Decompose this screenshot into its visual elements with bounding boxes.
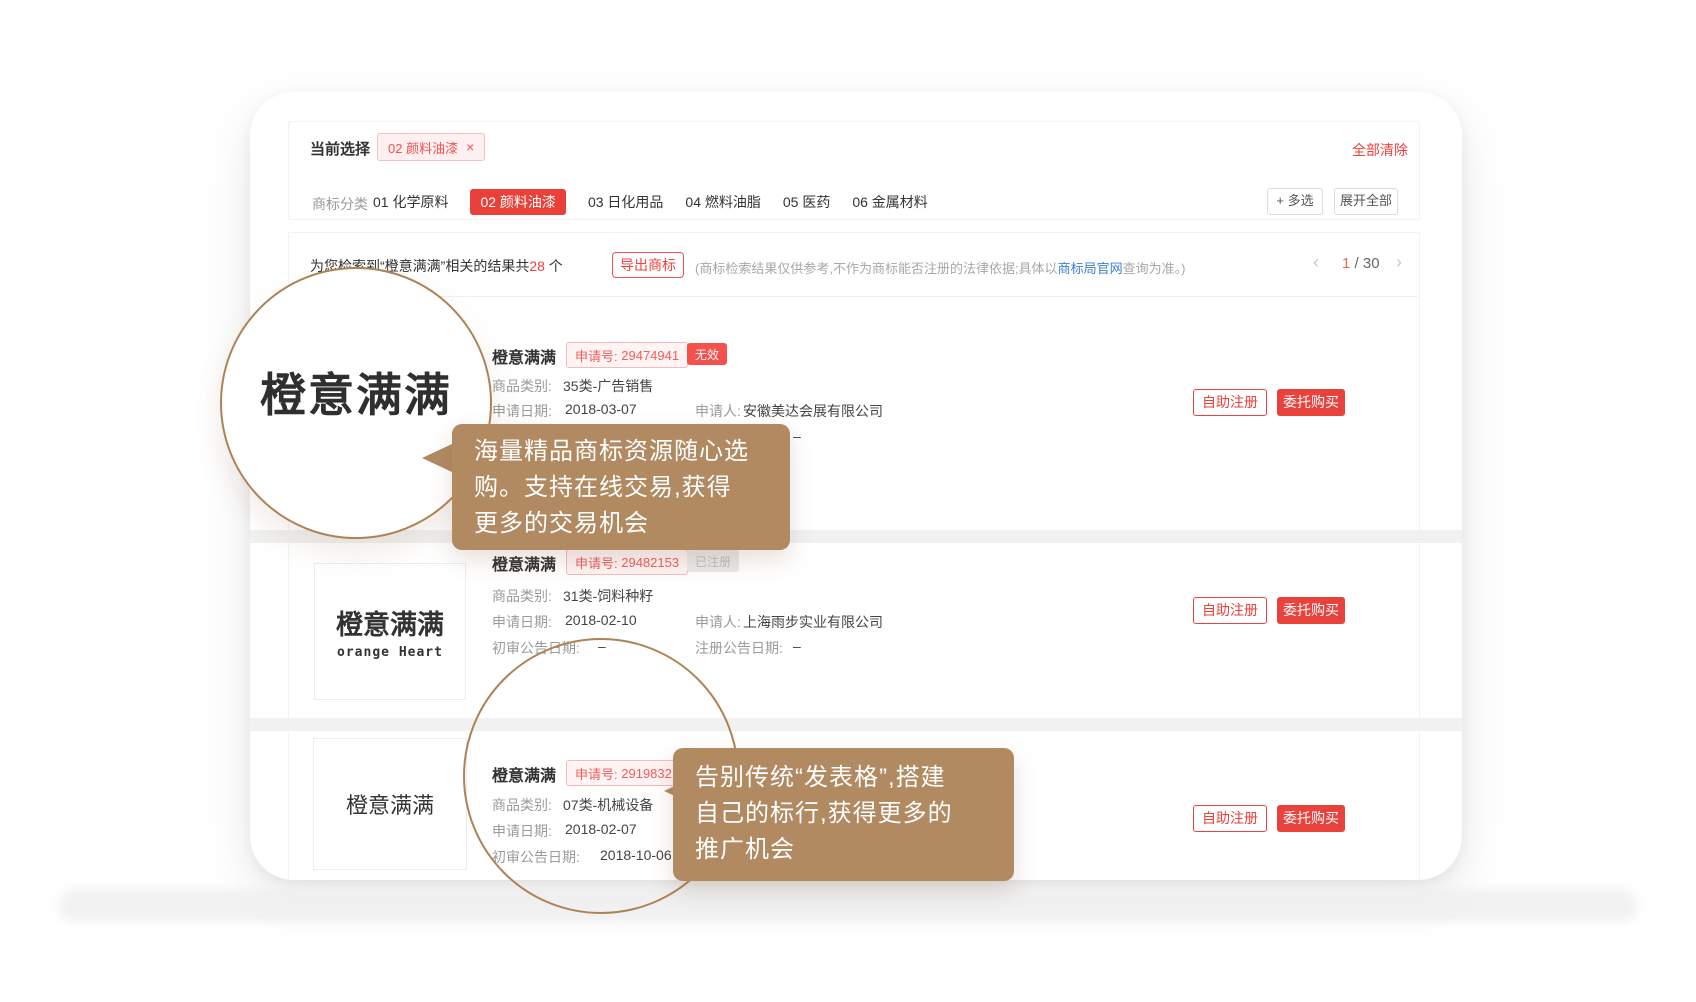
- entrusted-buy-button[interactable]: 委托购买: [1277, 389, 1345, 416]
- page-canvas: 当前选择 02 颜料油漆 × 全部清除 商标分类 01 化学原料 02 颜料油漆…: [0, 0, 1696, 1002]
- trademark-name: 橙意满满: [492, 551, 556, 575]
- entrusted-buy-button[interactable]: 委托购买: [1277, 597, 1345, 624]
- thumbnail-text: 橙意满满: [336, 603, 444, 642]
- category-item-06[interactable]: 06 金属材料: [852, 192, 927, 212]
- row-separator: [250, 718, 1462, 731]
- application-number-label: 申请号:: [575, 553, 618, 572]
- selected-filter-chip-label: 02 颜料油漆: [388, 138, 458, 157]
- pagination-indicator: 1 / 30: [1342, 255, 1380, 272]
- apply-date-label: 申请日期:: [492, 612, 552, 632]
- selected-filter-chip[interactable]: 02 颜料油漆 ×: [377, 133, 485, 161]
- category-item-02-selected[interactable]: 02 颜料油漆: [470, 189, 565, 215]
- results-count-unit: 个: [549, 258, 563, 274]
- pagination-next-icon[interactable]: ›: [1396, 252, 1402, 273]
- status-badge: 已注册: [687, 550, 739, 572]
- thumbnail-text: 橙意满满: [346, 788, 434, 820]
- tooltip-arrow-left-icon: [422, 444, 452, 472]
- trademark-thumbnail[interactable]: 橙意满满 orange Heart: [314, 563, 466, 700]
- lens-trademark-text: 橙意满满: [260, 359, 452, 425]
- application-number-tag: 申请号: 29474941: [566, 342, 688, 368]
- window-base-shadow: [58, 888, 1638, 922]
- applicant-value: 上海雨步实业有限公司: [743, 612, 883, 632]
- category-label: 商品类别:: [492, 586, 552, 606]
- applicant-label: 申请人:: [695, 401, 741, 421]
- trademark-thumbnail[interactable]: 橙意满满: [313, 738, 467, 870]
- category-item-04[interactable]: 04 燃料油脂: [685, 192, 760, 212]
- apply-date-label: 申请日期:: [492, 401, 552, 421]
- pagination-prev-icon[interactable]: ‹: [1313, 252, 1319, 273]
- disclaimer-text-post: 查询为准。): [1123, 261, 1186, 276]
- results-disclaimer: (商标检索结果仅供参考,不作为商标能否注册的法律依据;具体以商标局官网查询为准。…: [695, 258, 1185, 277]
- application-number-tag: 申请号: 29482153: [566, 549, 688, 575]
- disclaimer-text-pre: (商标检索结果仅供参考,不作为商标能否注册的法律依据;具体以: [695, 261, 1058, 276]
- self-register-button[interactable]: 自助注册: [1193, 389, 1267, 416]
- reg-publish-label: 注册公告日期:: [695, 638, 783, 658]
- trademark-name: 橙意满满: [492, 344, 556, 368]
- pagination-separator: /: [1355, 255, 1359, 272]
- apply-date-value: 2018-03-07: [565, 401, 637, 417]
- category-bar: 01 化学原料 02 颜料油漆 03 日化用品 04 燃料油脂 05 医药 06…: [373, 189, 928, 215]
- reg-publish-value: –: [793, 428, 801, 444]
- status-badge: 无效: [687, 343, 727, 365]
- expand-all-button[interactable]: 展开全部: [1334, 188, 1398, 215]
- entrusted-buy-button[interactable]: 委托购买: [1277, 805, 1345, 832]
- row-separator: [250, 530, 1462, 543]
- header-divider: [288, 296, 1418, 297]
- current-selection-label: 当前选择: [310, 138, 370, 159]
- chip-close-icon[interactable]: ×: [466, 139, 474, 155]
- clear-all-button[interactable]: 全部清除: [1352, 140, 1408, 160]
- marketing-tooltip-2: 告别传统“发表格”,搭建 自己的标行,获得更多的 推广机会: [673, 748, 1014, 881]
- category-value: 35类-广告销售: [563, 376, 653, 396]
- pagination-total: 30: [1363, 255, 1380, 272]
- applicant-label: 申请人:: [695, 612, 741, 632]
- category-bar-label: 商标分类: [312, 194, 368, 214]
- multi-select-button[interactable]: + 多选: [1267, 188, 1323, 215]
- apply-date-value: 2018-02-10: [565, 612, 637, 628]
- category-label: 商品类别:: [492, 376, 552, 396]
- application-number-value: 29482153: [621, 555, 679, 570]
- category-item-03[interactable]: 03 日化用品: [588, 192, 663, 212]
- thumbnail-subtext: orange Heart: [337, 645, 443, 660]
- reg-publish-value: –: [793, 638, 801, 654]
- marketing-tooltip-1: 海量精品商标资源随心选 购。支持在线交易,获得 更多的交易机会: [452, 424, 790, 550]
- self-register-button[interactable]: 自助注册: [1193, 597, 1267, 624]
- applicant-value: 安徽美达会展有限公司: [743, 401, 883, 421]
- trademark-office-link[interactable]: 商标局官网: [1058, 261, 1123, 276]
- export-trademark-button[interactable]: 导出商标: [612, 252, 684, 278]
- pagination-current: 1: [1342, 255, 1350, 272]
- self-register-button[interactable]: 自助注册: [1193, 805, 1267, 832]
- category-value: 31类-饲料种籽: [563, 586, 653, 606]
- results-count: 28: [529, 258, 545, 274]
- application-number-label: 申请号:: [575, 346, 618, 365]
- category-item-05[interactable]: 05 医药: [783, 192, 830, 212]
- category-item-01[interactable]: 01 化学原料: [373, 192, 448, 212]
- application-number-value: 29474941: [621, 348, 679, 363]
